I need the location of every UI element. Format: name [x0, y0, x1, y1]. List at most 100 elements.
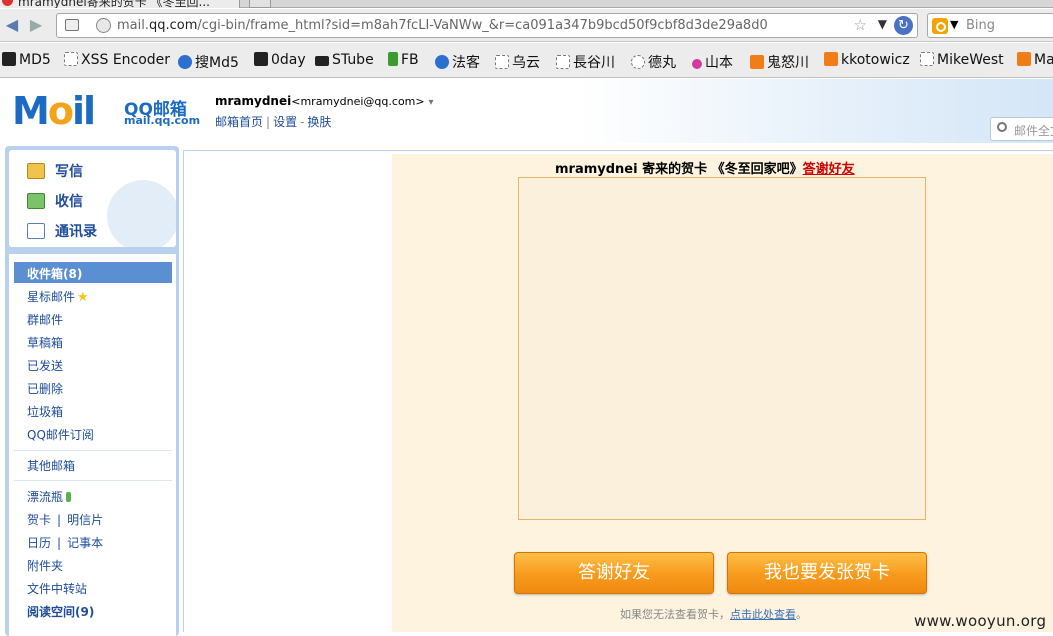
compose-icon [27, 163, 45, 179]
bookmark-icon [692, 59, 702, 69]
user-email: <mramydnei@qq.com> [291, 95, 425, 108]
divider [14, 480, 172, 481]
bookmark-stube[interactable]: STube [315, 52, 374, 68]
penguin-decoration-icon [107, 180, 176, 247]
blogger-icon [824, 52, 838, 66]
sidebar-item-file-transfer[interactable]: 文件中转站 [27, 580, 87, 597]
bookmark-icon [2, 52, 16, 66]
bookmark-fake[interactable]: 法客 [435, 52, 480, 72]
bookmark-hasegawa[interactable]: 長谷川 [556, 52, 615, 72]
view-here-link[interactable]: 点击此处查看 [730, 608, 796, 621]
bookmark-sou-md5[interactable]: 搜Md5 [178, 52, 239, 72]
bookmark-wooyun[interactable]: 乌云 [495, 52, 540, 72]
bookmark-icon [178, 55, 192, 69]
sidebar-item-drift-bottle[interactable]: 漂流瓶 [27, 488, 72, 505]
thank-friend-link[interactable]: 答谢好友 [803, 162, 855, 177]
reload-icon[interactable]: ↻ [894, 16, 913, 35]
bookmark-ma[interactable]: Ma [1017, 52, 1053, 68]
settings-link[interactable]: 设置 [273, 115, 297, 129]
back-arrow-icon[interactable]: ◀ [2, 15, 22, 35]
page-icon [495, 55, 509, 69]
mailbox-home-link[interactable]: 邮箱首页 [215, 115, 263, 129]
compose-button[interactable]: 写信 [27, 161, 83, 181]
bookmark-tokumaru[interactable]: 德丸 [631, 52, 676, 72]
page-icon [65, 19, 79, 31]
user-info[interactable]: mramydnei<mramydnei@qq.com> ▾ [215, 94, 433, 108]
new-tab-button[interactable] [249, 0, 271, 8]
bookmarks-bar: MD5 XSS Encoder 搜Md5 0day STube FB 法客 乌云… [0, 43, 1053, 78]
bookmark-icon [435, 55, 449, 69]
cant-view-notice: 如果您无法查看贺卡，点击此处查看。 [620, 608, 807, 621]
divider [14, 450, 172, 451]
tab-strip: mramydnei寄来的贺卡 《冬至回... [0, 0, 1053, 8]
bookmark-fb[interactable]: FB [388, 52, 419, 68]
engine-dropdown-icon[interactable]: ▼ [950, 18, 958, 31]
bing-engine-icon[interactable] [932, 18, 948, 34]
qq-mail-logo[interactable]: Moil [12, 91, 96, 131]
tab-active[interactable]: mramydnei寄来的贺卡 《冬至回... [0, 0, 240, 8]
sidebar-item-cards: 贺卡 | 明信片 [27, 513, 104, 527]
card-viewer [518, 177, 926, 520]
star-icon: ★ [77, 290, 89, 305]
sidebar-item-sent[interactable]: 已发送 [27, 357, 63, 374]
bookmark-md5[interactable]: MD5 [2, 52, 51, 68]
avatar-icon [631, 55, 645, 69]
url-text[interactable]: mail.qq.com/cgi-bin/frame_html?sid=m8ah7… [117, 18, 768, 33]
bookmark-icon [254, 52, 268, 66]
quick-actions: 写信 收信 通讯录 [9, 150, 176, 247]
calendar-link[interactable]: 日历 [27, 536, 51, 550]
sidebar-item-calendar: 日历 | 记事本 [27, 536, 104, 550]
bottle-icon [66, 492, 72, 502]
mail-search-placeholder: 邮件全文 [1014, 124, 1053, 138]
bookmark-star-icon[interactable]: ☆ [854, 16, 867, 34]
blogger-icon [750, 55, 764, 69]
url-bar[interactable]: mail.qq.com/cgi-bin/frame_html?sid=m8ah7… [56, 13, 918, 38]
postcard-link[interactable]: 明信片 [67, 513, 103, 527]
sidebar-item-starred[interactable]: 星标邮件 ★ [27, 288, 89, 305]
contacts-icon [27, 223, 45, 239]
page-icon [556, 55, 570, 69]
mail-search-input[interactable]: 邮件全文 [990, 117, 1053, 141]
url-dropdown-chevron-icon[interactable]: ▼ [878, 17, 887, 31]
user-name: mramydnei [215, 94, 292, 108]
bookmark-kinugawa[interactable]: 鬼怒川 [750, 52, 809, 72]
search-box[interactable]: ▼ Bing [927, 13, 1053, 38]
send-card-button[interactable]: 我也要发张贺卡 [727, 552, 927, 594]
sidebar-item-inbox[interactable]: 收件箱(8) [14, 262, 172, 283]
user-dropdown-icon[interactable]: ▾ [428, 97, 433, 108]
tv-icon [315, 56, 329, 66]
page-icon [920, 52, 934, 66]
sidebar-item-drafts[interactable]: 草稿箱 [27, 334, 63, 351]
contacts-button[interactable]: 通讯录 [27, 221, 97, 241]
globe-icon [96, 18, 111, 33]
bookmark-mikewest[interactable]: MikeWest [920, 52, 1004, 68]
sidebar-item-group[interactable]: 群邮件 [27, 311, 63, 328]
sidebar-item-other-mailbox[interactable]: 其他邮箱 [27, 457, 75, 474]
sidebar-item-trash[interactable]: 垃圾箱 [27, 403, 63, 420]
receive-icon [27, 193, 45, 209]
bookmark-xss-encoder[interactable]: XSS Encoder [64, 52, 170, 68]
bookmark-icon [1017, 52, 1031, 66]
sidebar-item-subscription[interactable]: QQ邮件订阅 [27, 426, 94, 443]
fb-icon [388, 52, 398, 66]
forward-arrow-icon[interactable]: ▶ [26, 15, 46, 35]
sidebar-item-deleted[interactable]: 已删除 [27, 380, 63, 397]
navigation-bar: ◀ ▶ mail.qq.com/cgi-bin/frame_html?sid=m… [0, 9, 1053, 42]
receive-button[interactable]: 收信 [27, 191, 83, 211]
bookmark-0day[interactable]: 0day [254, 52, 306, 68]
tab-title: mramydnei寄来的贺卡 《冬至回... [18, 0, 210, 8]
logo-domain: mail.qq.com [124, 114, 201, 127]
notepad-link[interactable]: 记事本 [67, 536, 103, 550]
thank-friend-button[interactable]: 答谢好友 [514, 552, 714, 594]
bookmark-yamamoto[interactable]: 山本 [692, 52, 733, 72]
sidebar-item-attachments[interactable]: 附件夹 [27, 557, 63, 574]
sidebar-item-reading-space[interactable]: 阅读空间(9) [27, 603, 94, 620]
skin-link[interactable]: 换肤 [307, 115, 331, 129]
search-placeholder: Bing [966, 18, 996, 33]
card-title: mramydnei 寄来的贺卡 《冬至回家吧》答谢好友 [555, 162, 855, 177]
header-links: 邮箱首页 | 设置 - 换肤 [215, 115, 332, 129]
bookmark-kkotowicz[interactable]: kkotowicz [824, 52, 910, 68]
mail-header: Moil QQ邮箱 mail.qq.com mramydnei<mramydne… [0, 79, 1053, 143]
greeting-card-link[interactable]: 贺卡 [27, 513, 51, 527]
watermark: www.wooyun.org [914, 612, 1047, 630]
